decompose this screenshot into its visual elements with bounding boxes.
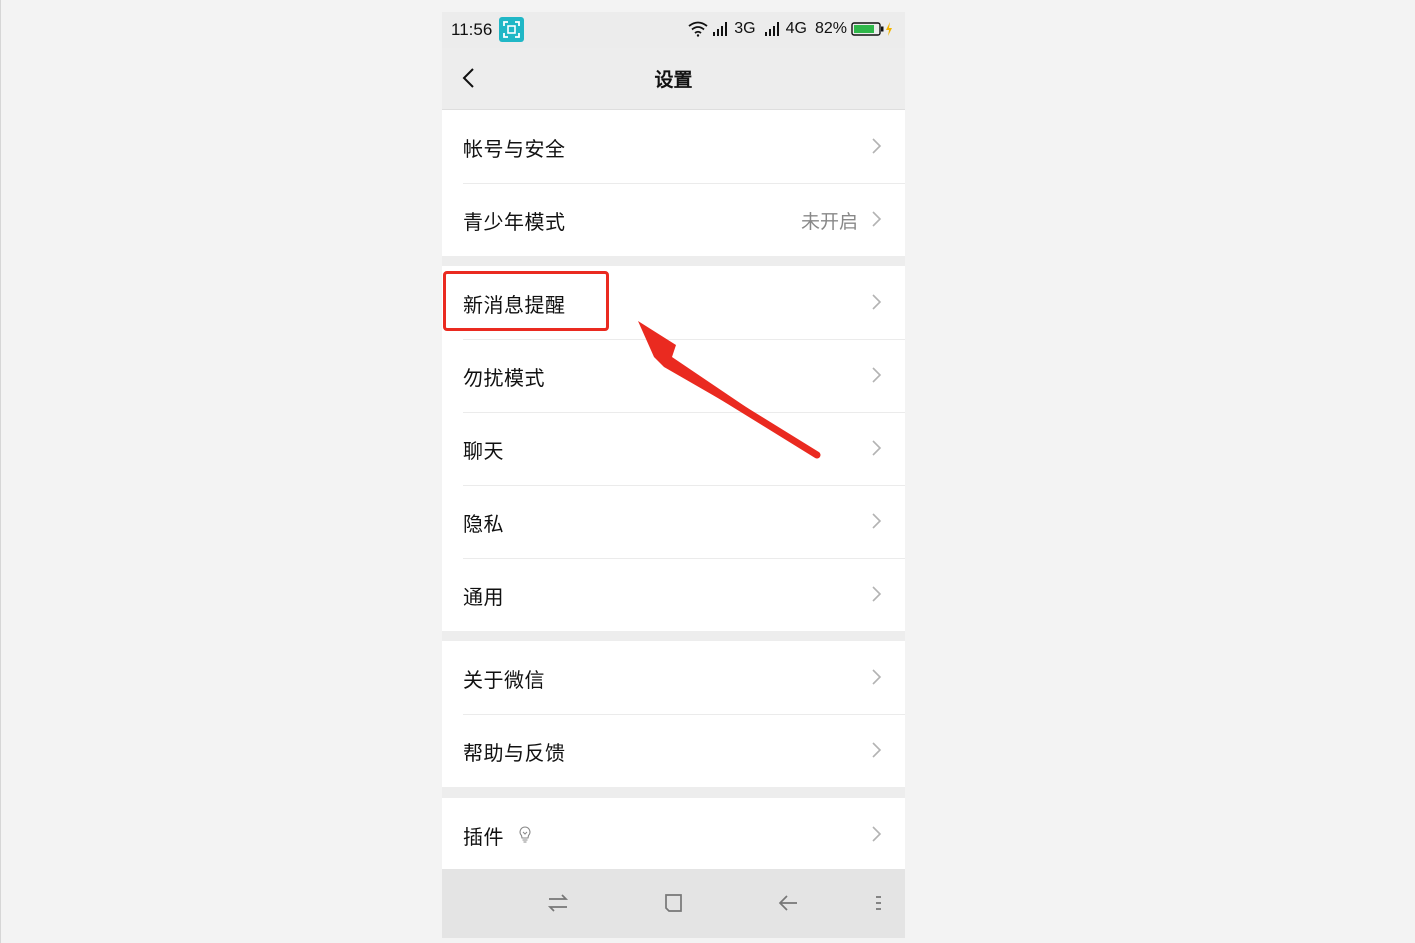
signal-icon xyxy=(713,22,728,36)
chevron-right-icon xyxy=(872,440,882,456)
status-time: 11:56 xyxy=(451,20,493,39)
chevron-right-icon xyxy=(872,669,882,685)
chevron-right-icon xyxy=(872,294,882,310)
status-indicators: 3G 4G 82% xyxy=(688,19,893,39)
lightbulb-icon xyxy=(519,826,531,843)
settings-item-label: 关于微信 xyxy=(463,668,545,692)
battery-icon xyxy=(851,22,884,36)
switch-apps-icon[interactable] xyxy=(545,890,571,916)
screenshot-canvas: 11:56 3G 4G 82% 设置 帐号与安全 青少年模式 未开启 新消息提醒… xyxy=(0,0,1415,943)
home-icon[interactable] xyxy=(660,890,686,916)
screenshot-icon xyxy=(499,17,524,42)
page-title: 设置 xyxy=(654,69,693,91)
navigation-bar: 设置 xyxy=(442,48,905,110)
battery-percent: 82% xyxy=(814,20,847,37)
annotation-arrow xyxy=(638,321,821,459)
settings-item-label: 隐私 xyxy=(463,512,504,536)
network-label-1: 3G xyxy=(734,20,756,37)
highlight-box xyxy=(443,271,609,331)
canvas-border xyxy=(0,0,1,943)
network-label-2: 4G xyxy=(785,20,807,37)
settings-item-account-security[interactable]: 帐号与安全 xyxy=(442,110,905,183)
settings-item-label: 插件 xyxy=(463,825,504,849)
settings-item-teen-mode[interactable]: 青少年模式 未开启 xyxy=(442,183,905,256)
chevron-right-icon xyxy=(872,211,882,227)
settings-item-general[interactable]: 通用 xyxy=(442,558,905,631)
chevron-right-icon xyxy=(872,826,882,842)
settings-item-label: 通用 xyxy=(463,585,504,609)
settings-item-privacy[interactable]: 隐私 xyxy=(442,485,905,558)
settings-item-about-wechat[interactable]: 关于微信 xyxy=(442,641,905,714)
phone-screen: 11:56 3G 4G 82% 设置 帐号与安全 青少年模式 未开启 新消息提醒… xyxy=(442,12,905,938)
chevron-right-icon xyxy=(872,586,882,602)
settings-group-about: 关于微信 帮助与反馈 xyxy=(442,641,905,787)
settings-group-account: 帐号与安全 青少年模式 未开启 xyxy=(442,110,905,256)
system-navigation-bar xyxy=(442,869,905,938)
settings-item-help-feedback[interactable]: 帮助与反馈 xyxy=(442,714,905,787)
settings-group-plugins: 插件 xyxy=(442,798,905,871)
chevron-right-icon xyxy=(872,742,882,758)
settings-item-label: 帮助与反馈 xyxy=(463,741,566,765)
status-bar: 11:56 3G 4G 82% xyxy=(442,12,905,48)
charging-icon xyxy=(886,22,892,36)
chevron-right-icon xyxy=(872,513,882,529)
settings-item-label: 聊天 xyxy=(463,439,504,463)
settings-item-label: 勿扰模式 xyxy=(463,366,545,390)
settings-item-plugins[interactable]: 插件 xyxy=(442,798,905,871)
signal-icon xyxy=(764,22,779,36)
settings-item-value: 未开启 xyxy=(800,211,858,233)
back-icon[interactable] xyxy=(776,890,802,916)
wifi-icon xyxy=(688,21,708,37)
settings-item-label: 帐号与安全 xyxy=(463,137,566,161)
chevron-right-icon xyxy=(872,138,882,154)
settings-item-label: 青少年模式 xyxy=(463,210,566,234)
menu-icon[interactable] xyxy=(866,890,892,916)
chevron-right-icon xyxy=(872,367,882,383)
